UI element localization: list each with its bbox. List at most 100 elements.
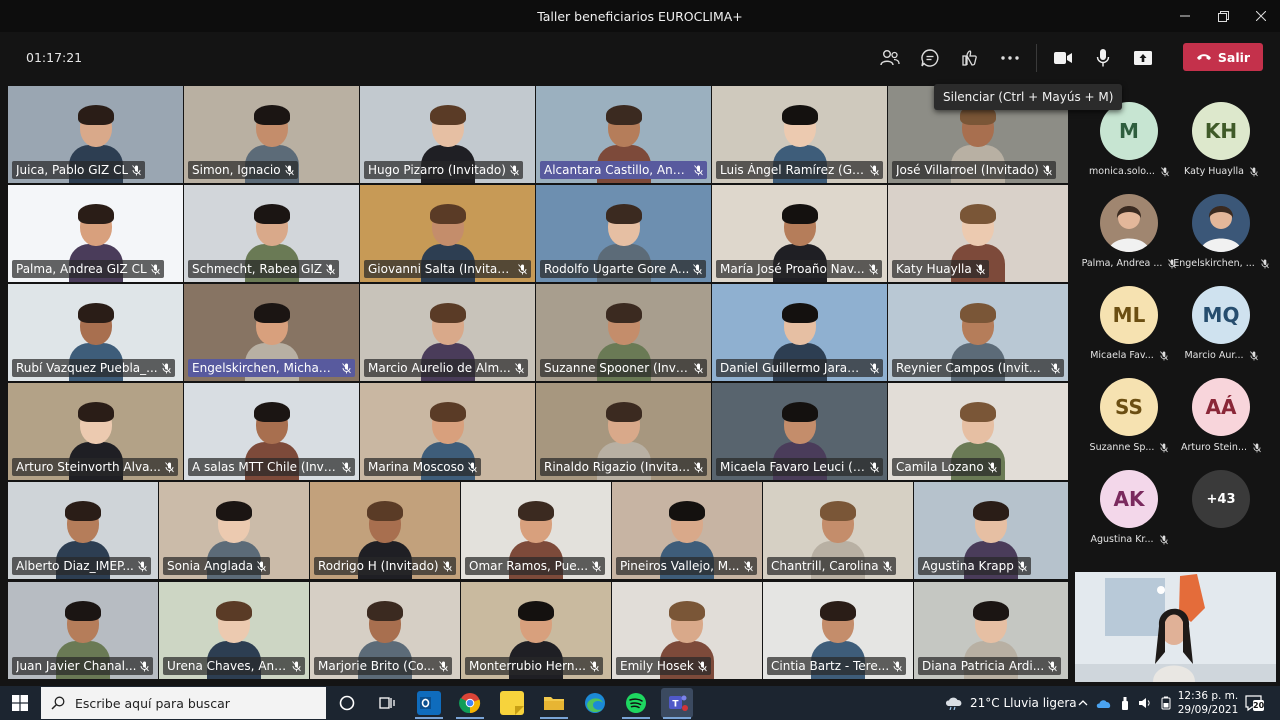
participant-video-tile[interactable]: María José Proaño Nav... — [712, 185, 887, 282]
participant-video-tile[interactable]: Alberto Diaz_IMEP... — [8, 482, 158, 579]
leave-button[interactable]: Salir — [1183, 43, 1263, 71]
participant-name: Reynier Campos (Invita... — [896, 361, 1047, 375]
usb-icon[interactable] — [1120, 696, 1130, 710]
chevron-up-icon[interactable] — [1078, 699, 1088, 707]
participant-name-tag: Omar Ramos, Pue... — [465, 557, 606, 575]
participant-video-tile[interactable]: Rodolfo Ugarte Gore A... — [536, 185, 711, 282]
close-icon[interactable] — [1242, 0, 1280, 32]
muted-mic-icon — [1250, 166, 1258, 176]
volume-icon[interactable] — [1138, 696, 1152, 710]
participant-video-tile[interactable]: Pineiros Vallejo, M... — [612, 482, 762, 579]
edge-icon[interactable] — [583, 691, 607, 715]
panel-participant[interactable]: Engelskirchen, ... — [1171, 192, 1271, 284]
panel-participant[interactable]: ML Micaela Fav... — [1079, 284, 1179, 376]
task-view-icon[interactable] — [375, 691, 399, 715]
participant-name: Pineiros Vallejo, M... — [620, 559, 740, 573]
participant-video-tile[interactable]: Simon, Ignacio — [184, 86, 359, 183]
participant-video-tile[interactable]: Juan Javier Chanal... — [8, 582, 158, 679]
participant-video-tile[interactable]: Luis Ángel Ramírez (Gu... — [712, 86, 887, 183]
participant-hair — [77, 105, 114, 125]
microphone-icon[interactable] — [1083, 44, 1123, 72]
more-participants-button[interactable]: +43 — [1171, 468, 1271, 560]
participant-name-tag: Pineiros Vallejo, M... — [616, 557, 757, 575]
participant-name: Cintia Bartz - Tere... — [771, 659, 890, 673]
participant-name-tag: Marjorie Brito (Co... — [314, 657, 452, 675]
panel-participant[interactable]: Palma, Andrea ... — [1079, 192, 1179, 284]
participant-video-tile[interactable]: Reynier Campos (Invita... — [888, 284, 1068, 381]
panel-participant[interactable]: KH Katy Huaylla — [1171, 100, 1271, 192]
more-icon[interactable] — [990, 44, 1030, 72]
participant-video-tile[interactable]: Daniel Guillermo Jaram... — [712, 284, 887, 381]
spotify-icon[interactable] — [624, 691, 648, 715]
panel-participant[interactable]: Mmonica.solo... — [1079, 100, 1179, 192]
avatar-initials: ML — [1112, 303, 1146, 327]
taskbar-clock[interactable]: 12:36 p. m. 29/09/2021 — [1176, 689, 1240, 717]
participant-video-tile[interactable]: Marjorie Brito (Co... — [310, 582, 460, 679]
participant-video-tile[interactable]: Diana Patricia Ardi... — [914, 582, 1068, 679]
participant-video-tile[interactable]: Micaela Favaro Leuci (I... — [712, 383, 887, 480]
participant-video-tile[interactable]: Hugo Pizarro (Invitado) — [360, 86, 535, 183]
participant-video-tile[interactable]: Katy Huaylla — [888, 185, 1068, 282]
teams-icon[interactable]: T — [661, 688, 693, 718]
explorer-active-indicator — [540, 717, 568, 719]
participant-name: Hugo Pizarro (Invitado) — [368, 163, 506, 177]
share-icon[interactable] — [1123, 44, 1163, 72]
participant-video-tile[interactable]: Monterrubio Hern... — [461, 582, 611, 679]
panel-participant[interactable]: MQ Marcio Aur... — [1171, 284, 1271, 376]
participant-video-tile[interactable]: Rodrigo H (Invitado) — [310, 482, 460, 579]
participant-video-tile[interactable]: A salas MTT Chile (Invit... — [184, 383, 359, 480]
participant-video-tile[interactable]: Juica, Pablo GIZ CL — [8, 86, 183, 183]
hang-up-icon — [1196, 54, 1211, 60]
participant-video-tile[interactable]: Palma, Andrea GIZ CL — [8, 185, 183, 282]
self-view-video[interactable] — [1075, 572, 1276, 682]
reactions-icon[interactable] — [950, 44, 990, 72]
participant-name-tag: Cintia Bartz - Tere... — [767, 657, 907, 675]
people-icon[interactable] — [870, 44, 910, 72]
participant-video-tile[interactable]: Schmecht, Rabea GIZ — [184, 185, 359, 282]
maximize-icon[interactable] — [1204, 0, 1242, 32]
participant-video-tile[interactable]: Giovanni Salta (Invitado) — [360, 185, 535, 282]
participant-video-tile[interactable]: Emily Hosek — [612, 582, 762, 679]
notifications-icon[interactable]: 20 — [1244, 694, 1264, 712]
participant-video-tile[interactable]: Marcio Aurelio de Alm... — [360, 284, 535, 381]
cortana-icon[interactable] — [335, 691, 359, 715]
camera-icon[interactable] — [1043, 44, 1083, 72]
file-explorer-icon[interactable] — [542, 691, 566, 715]
chat-icon[interactable] — [910, 44, 950, 72]
participant-video-tile[interactable]: Omar Ramos, Pue... — [461, 482, 611, 579]
participant-video-tile[interactable]: Camila Lozano — [888, 383, 1068, 480]
participant-video-tile[interactable]: Sonia Anglada — [159, 482, 309, 579]
outlook-icon[interactable] — [417, 691, 441, 715]
minimize-icon[interactable] — [1166, 0, 1204, 32]
muted-mic-icon — [140, 660, 150, 671]
panel-participant[interactable]: SS Suzanne Sp... — [1079, 376, 1179, 468]
muted-mic-icon — [1160, 442, 1169, 452]
participant-video-tile[interactable]: Cintia Bartz - Tere... — [763, 582, 913, 679]
windows-start-icon[interactable] — [0, 686, 40, 720]
panel-participant-name: Micaela Fav... — [1090, 350, 1154, 361]
participant-name: Rubí Vazquez Puebla_... — [16, 361, 158, 375]
participant-name-tag: Katy Huaylla — [892, 260, 989, 278]
participant-video-tile[interactable]: Urena Chaves, Ana... — [159, 582, 309, 679]
weather-widget[interactable]: 21°C Lluvia ligera — [944, 686, 1077, 720]
participant-name: Simon, Ignacio — [192, 163, 281, 177]
participant-name: Daniel Guillermo Jaram... — [720, 361, 866, 375]
participant-video-tile[interactable]: Engelskirchen, Michael GIZ — [184, 284, 359, 381]
participant-video-tile[interactable]: Arturo Steinvorth Alva... — [8, 383, 183, 480]
participant-video-tile[interactable]: Rinaldo Rigazio (Invita... — [536, 383, 711, 480]
participant-video-tile[interactable]: Alcantara Castillo, Ana La... — [536, 86, 711, 183]
participant-video-tile[interactable]: Suzanne Spooner (Invi... — [536, 284, 711, 381]
participant-video-tile[interactable]: Rubí Vazquez Puebla_... — [8, 284, 183, 381]
participant-video-tile[interactable]: Agustina Krapp — [914, 482, 1068, 579]
panel-participant[interactable]: AÁ Arturo Stein... — [1171, 376, 1271, 468]
battery-icon[interactable] — [1160, 696, 1172, 710]
participant-name-tag: Micaela Favaro Leuci (I... — [716, 458, 883, 476]
muted-mic-icon — [882, 560, 892, 571]
participant-video-tile[interactable]: Chantrill, Carolina — [763, 482, 913, 579]
sticky-notes-icon[interactable] — [500, 691, 524, 715]
chrome-icon[interactable] — [458, 691, 482, 715]
participant-video-tile[interactable]: Marina Moscoso — [360, 383, 535, 480]
taskbar-search-input[interactable]: Escribe aquí para buscar — [41, 687, 326, 719]
onedrive-icon[interactable] — [1096, 697, 1112, 709]
panel-participant[interactable]: AK Agustina Kr... — [1079, 468, 1179, 560]
